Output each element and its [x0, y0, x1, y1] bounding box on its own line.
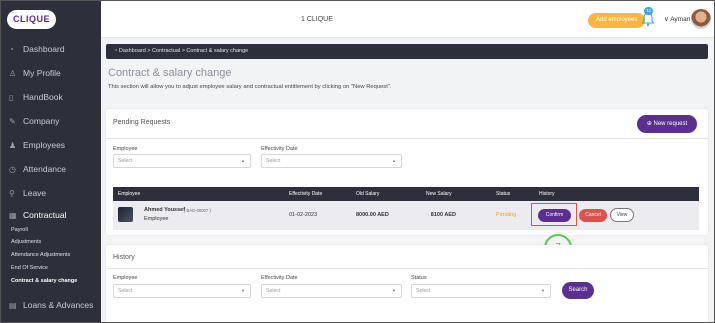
- column-header-effectivity-date: Effectivity Date: [289, 191, 323, 197]
- history-status-select[interactable]: Select ▼: [411, 284, 551, 298]
- effectivity-date-label: Effectivity Date: [261, 146, 298, 152]
- column-header-status: Status: [496, 191, 511, 197]
- confirm-button[interactable]: Confirm: [538, 209, 571, 222]
- employee-filter-label: Employee: [113, 146, 138, 152]
- column-header-new-salary: New Salary: [426, 191, 452, 197]
- sidebar-item-leave[interactable]: ⚲ Leave: [1, 182, 101, 204]
- history-employee-label: Employee: [113, 275, 138, 281]
- sidebar-item-label: Dashboard: [23, 44, 65, 54]
- sidebar-item-my-profile[interactable]: ♙ My Profile: [1, 62, 101, 84]
- employee-role: Employee: [144, 216, 169, 222]
- leave-icon: ⚲: [9, 189, 15, 198]
- pending-requests-title: Pending Requests: [113, 119, 171, 126]
- user-menu[interactable]: ∨ Ayman: [664, 1, 690, 38]
- sidebar-item-label: Company: [23, 116, 60, 126]
- loans-icon: ▤: [9, 301, 17, 310]
- chevron-down-icon: ▲: [392, 158, 396, 163]
- chevron-down-icon: ▲: [241, 158, 245, 163]
- sidebar-item-label: My Profile: [23, 68, 61, 78]
- column-header-employee: Employee: [118, 191, 141, 197]
- sidebar-item-loans-advances[interactable]: ▤Loans & Advances6: [1, 294, 101, 316]
- sidebar-item-employees[interactable]: ♟ Employees: [1, 134, 101, 156]
- old-salary-value: 8000.00 AED: [356, 212, 389, 218]
- cancel-button[interactable]: Cancel: [579, 209, 607, 222]
- history-status-label: Status: [411, 275, 427, 281]
- history-employee-select[interactable]: Select ▼: [113, 284, 251, 298]
- employee-name: Ahmed Youssef: [144, 207, 186, 213]
- user-name: Ayman: [670, 16, 691, 23]
- app-title: 1 CLIQUE: [301, 16, 333, 23]
- logo-area: CLIQUE: [1, 1, 101, 38]
- notification-badge: 12: [644, 7, 653, 15]
- sidebar-item-company[interactable]: ✎ Company: [1, 110, 101, 132]
- chevron-down-icon: ▼: [541, 288, 545, 293]
- employee-select-value: Select: [118, 158, 133, 164]
- new-salary-cell: ◌ 8100 AED: [426, 212, 456, 218]
- sidebar-item-contractual[interactable]: ▦ Contractual: [1, 204, 101, 226]
- clique-logo[interactable]: CLIQUE: [7, 10, 57, 29]
- history-title: History: [113, 254, 135, 261]
- effectivity-date-value: 01-02-2023: [289, 212, 318, 218]
- sidebar-item-label: HandBook: [23, 92, 63, 102]
- effectivity-date-value: Select: [266, 158, 281, 164]
- handbook-icon: ▯: [9, 93, 14, 102]
- sidebar-item-label: Attendance: [23, 164, 67, 174]
- plus-circle-icon: ⊕: [646, 121, 654, 127]
- sidebar-item-handbook[interactable]: ▯ HandBook: [1, 86, 101, 108]
- profile-icon: ♙: [9, 69, 17, 78]
- history-employee-value: Select: [118, 288, 133, 294]
- sidebar-subitem-attendance-adjustments[interactable]: Attendance Adjustments: [11, 252, 70, 258]
- sidebar-item-label: Leave: [23, 188, 47, 198]
- avatar[interactable]: [691, 9, 711, 29]
- sidebar-subitem-adjustments[interactable]: Adjustments: [11, 239, 41, 245]
- search-button[interactable]: Search: [562, 282, 594, 299]
- new-request-button[interactable]: ⊕ New request: [637, 115, 697, 133]
- app-window: CLIQUE 1 CLIQUE Add employees 12 ∨ Ayman…: [0, 0, 715, 323]
- column-header-history: History: [539, 191, 555, 197]
- page-description: This section will allow you to adjust em…: [108, 84, 392, 90]
- employee-id: ( BAD-00007 ): [184, 208, 211, 213]
- effectivity-date-select[interactable]: Select ▲: [261, 154, 402, 168]
- sidebar-subitem-contract-salary-change[interactable]: Contract & salary change: [11, 278, 77, 284]
- add-employees-button[interactable]: Add employees: [588, 13, 646, 28]
- sidebar-item-attendance[interactable]: ◷ Attendance: [1, 158, 101, 180]
- status-badge: Pending: [496, 212, 517, 218]
- sidebar-item-label: Loans & Advances: [23, 300, 94, 310]
- history-date-select[interactable]: Select ▼: [261, 284, 402, 298]
- column-header-old-salary: Old Salary: [356, 191, 380, 197]
- employee-photo: [118, 207, 133, 222]
- dashboard-icon: ◔: [9, 45, 14, 54]
- breadcrumb: ◔ Dashboard > Contractual > Contract & s…: [106, 44, 708, 59]
- chevron-down-icon: ▼: [241, 288, 245, 293]
- divider: [106, 268, 708, 269]
- history-status-value: Select: [416, 288, 431, 294]
- sidebar-item-label: Employees: [23, 140, 66, 150]
- new-salary-value: 8100 AED: [430, 212, 456, 218]
- employees-icon: ♟: [9, 141, 17, 150]
- company-icon: ✎: [9, 117, 16, 126]
- sidebar-item-dashboard[interactable]: ◔ Dashboard: [1, 38, 101, 60]
- sidebar-subitem-payroll[interactable]: Payroll: [11, 227, 28, 233]
- divider: [106, 138, 708, 139]
- new-request-label: New request: [653, 121, 688, 127]
- breadcrumb-text[interactable]: Dashboard > Contractual > Contract & sal…: [119, 48, 248, 54]
- attendance-icon: ◷: [9, 165, 16, 174]
- sidebar-item-label: Contractual: [23, 210, 67, 220]
- top-bar: CLIQUE 1 CLIQUE Add employees 12 ∨ Ayman: [1, 1, 714, 38]
- view-button[interactable]: View: [610, 208, 634, 222]
- history-date-value: Select: [266, 288, 281, 294]
- page-title: Contract & salary change: [108, 67, 232, 79]
- sidebar-subitem-end-of-service[interactable]: End Of Service: [11, 265, 48, 271]
- chevron-down-icon: ▼: [392, 288, 396, 293]
- table-header: Employee Effectivity Date Old Salary New…: [113, 187, 699, 201]
- contractual-icon: ▦: [9, 211, 17, 220]
- history-date-label: Effectivity Date: [261, 275, 298, 281]
- employee-select[interactable]: Select ▲: [113, 154, 251, 168]
